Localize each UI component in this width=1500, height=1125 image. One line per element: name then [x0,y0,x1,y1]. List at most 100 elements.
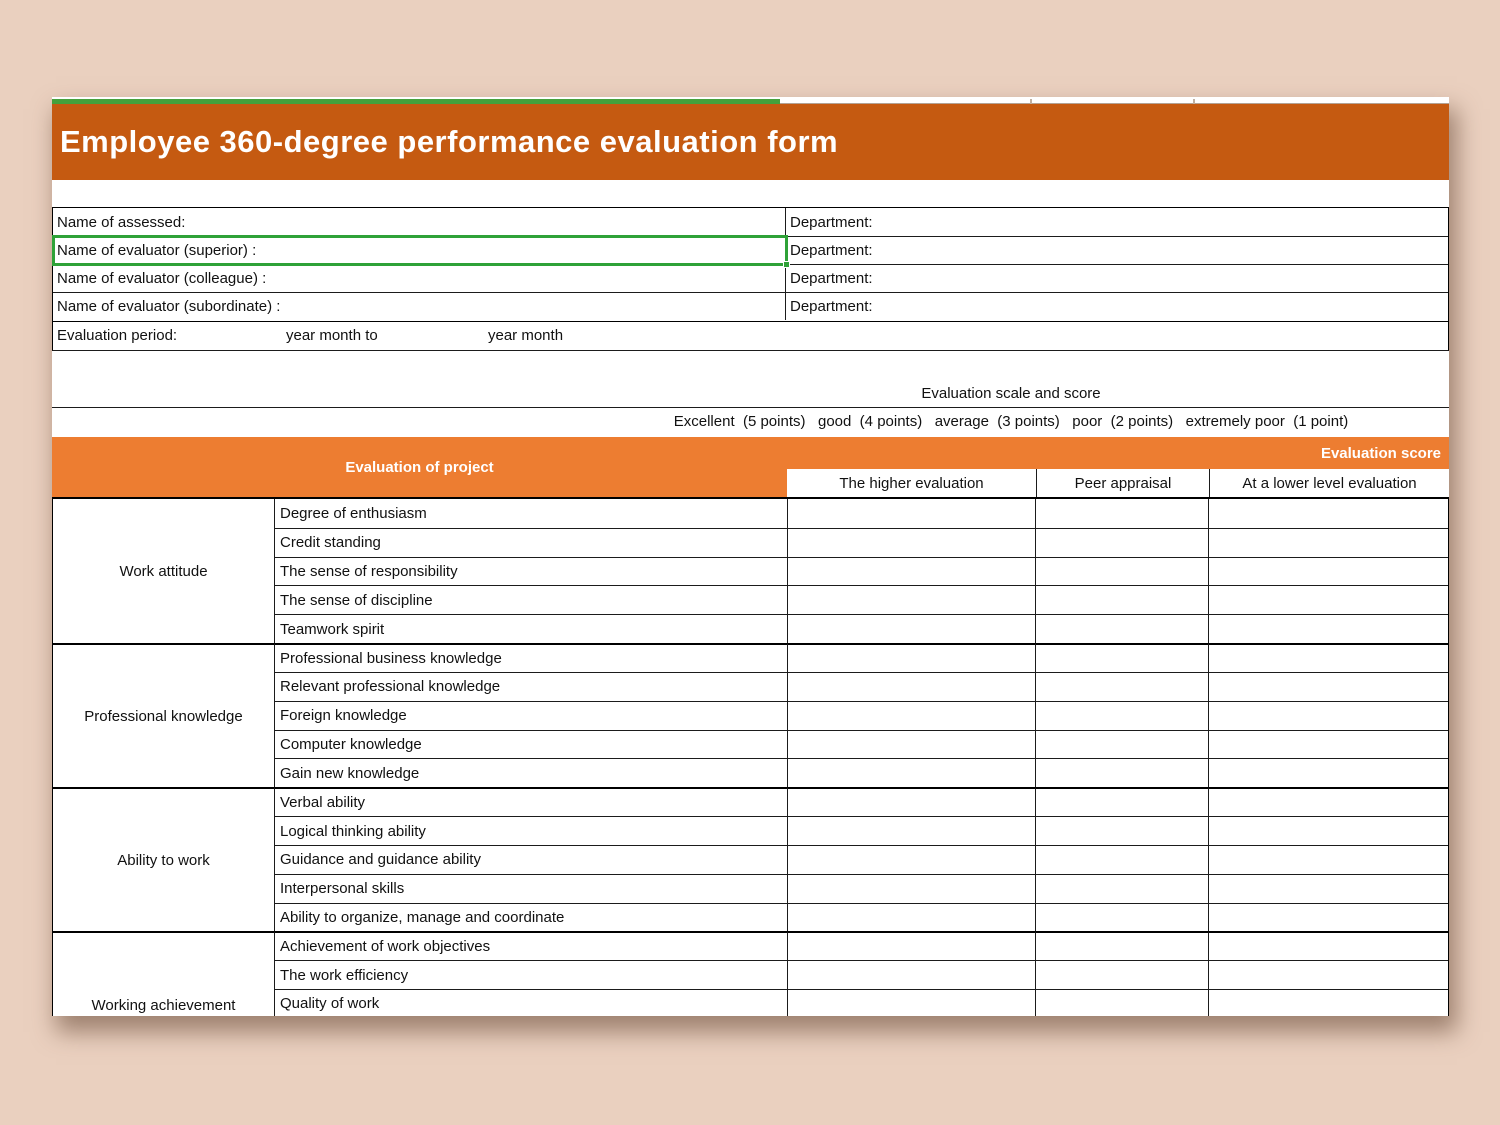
fill-handle[interactable] [783,261,790,268]
score-cell[interactable] [787,528,1035,557]
score-cell[interactable] [787,874,1035,903]
score-cell[interactable] [787,557,1035,586]
empty-row [52,351,1449,380]
score-cell[interactable] [1208,672,1448,701]
score-cell[interactable] [1208,701,1448,730]
score-cell[interactable] [1035,557,1208,586]
score-cell[interactable] [1208,903,1448,932]
score-header-cell: Evaluation score [787,437,1449,469]
score-cell[interactable] [1208,730,1448,759]
score-cell[interactable] [1035,960,1208,989]
score-cell[interactable] [1035,758,1208,787]
score-cell[interactable] [787,499,1035,528]
score-cell[interactable] [1035,643,1208,672]
score-cell[interactable] [1208,874,1448,903]
score-cell[interactable] [1208,643,1448,672]
criterion-cell: The sense of discipline [274,585,787,614]
criterion-cell: Ability to organize, manage and coordina… [274,903,787,932]
score-cell[interactable] [1035,874,1208,903]
period-range-end: year month [488,322,563,350]
score-cell[interactable] [1035,585,1208,614]
score-header-label: Evaluation score [1321,445,1441,462]
category-cell: Ability to work [53,787,274,931]
score-cell[interactable] [1035,528,1208,557]
score-columns-row: The higher evaluation Peer appraisal At … [787,469,1449,497]
score-cell[interactable] [787,672,1035,701]
department-cell[interactable]: Department: [785,208,1448,236]
score-cell[interactable] [1035,816,1208,845]
department-label: Department: [790,214,873,231]
scale-header-row: Evaluation scale and score [52,380,1449,408]
score-cell[interactable] [1035,931,1208,960]
score-cell[interactable] [1035,499,1208,528]
name-of-evaluator-colleague-cell[interactable]: Name of evaluator (colleague) : [53,264,785,292]
name-of-evaluator-subordinate-cell[interactable]: Name of evaluator (subordinate) : [53,292,785,320]
score-cell[interactable] [1035,614,1208,643]
department-label: Department: [790,242,873,259]
project-header-cell: Evaluation of project [52,437,787,497]
evaluation-table-body: Work attitudeDegree of enthusiasmCredit … [52,497,1449,1016]
score-cell[interactable] [1035,845,1208,874]
score-cell[interactable] [1208,931,1448,960]
period-range-start: year month to [286,322,378,350]
score-cell[interactable] [787,787,1035,816]
criterion-cell: Credit standing [274,528,787,557]
score-cell[interactable] [787,730,1035,759]
department-label: Department: [790,298,873,315]
score-cell[interactable] [1035,701,1208,730]
score-cell[interactable] [787,931,1035,960]
score-cell[interactable] [1208,816,1448,845]
score-cell[interactable] [1208,845,1448,874]
score-cell[interactable] [1208,960,1448,989]
score-cell[interactable] [1035,672,1208,701]
criterion-cell: Guidance and guidance ability [274,845,787,874]
score-cell[interactable] [1035,989,1208,1016]
title-banner: Employee 360-degree performance evaluati… [52,104,1449,180]
project-header-label: Evaluation of project [345,459,493,476]
category-cell: Work attitude [53,499,274,643]
score-cell[interactable] [1208,499,1448,528]
score-cell[interactable] [787,960,1035,989]
score-cell[interactable] [787,585,1035,614]
name-of-assessed-cell[interactable]: Name of assessed: [53,208,785,236]
page-title: Employee 360-degree performance evaluati… [52,104,1449,180]
criterion-cell: Verbal ability [274,787,787,816]
criterion-cell: Interpersonal skills [274,874,787,903]
evaluation-period-row[interactable]: Evaluation period: year month to year mo… [52,322,1449,351]
score-cell[interactable] [1208,758,1448,787]
page-background: { "title": "Employee 360-degree performa… [0,0,1500,1125]
criterion-cell: Quality of work [274,989,787,1016]
active-cell-selection[interactable] [52,235,788,266]
score-cell[interactable] [787,816,1035,845]
score-cell[interactable] [787,845,1035,874]
scale-values-label: Excellent (5 points) good (4 points) ave… [674,408,1349,436]
score-cell[interactable] [787,903,1035,932]
category-cell: Professional knowledge [53,643,274,787]
criterion-cell: The work efficiency [274,960,787,989]
department-cell[interactable]: Department: [785,264,1448,292]
score-cell[interactable] [787,614,1035,643]
score-cell[interactable] [1208,557,1448,586]
column-header-higher-evaluation: The higher evaluation [787,469,1036,497]
score-cell[interactable] [1208,585,1448,614]
column-header-peer-appraisal: Peer appraisal [1036,469,1209,497]
score-cell[interactable] [1035,730,1208,759]
department-cell[interactable]: Department: [785,236,1448,264]
score-cell[interactable] [1035,903,1208,932]
evaluation-table-header: Evaluation of project Evaluation score T… [52,437,1449,497]
scale-values-row: Excellent (5 points) good (4 points) ave… [52,408,1449,437]
score-cell[interactable] [787,701,1035,730]
score-cell[interactable] [1035,787,1208,816]
department-cell[interactable]: Department: [785,292,1448,320]
category-cell: Working achievement [53,931,274,1016]
criterion-cell: Professional business knowledge [274,643,787,672]
score-cell[interactable] [1208,614,1448,643]
score-cell[interactable] [787,989,1035,1016]
score-cell[interactable] [1208,528,1448,557]
score-cell[interactable] [1208,989,1448,1016]
score-cell[interactable] [1208,787,1448,816]
score-cell[interactable] [787,643,1035,672]
scale-header-label: Evaluation scale and score [921,380,1100,408]
score-cell[interactable] [787,758,1035,787]
criterion-cell: Computer knowledge [274,730,787,759]
